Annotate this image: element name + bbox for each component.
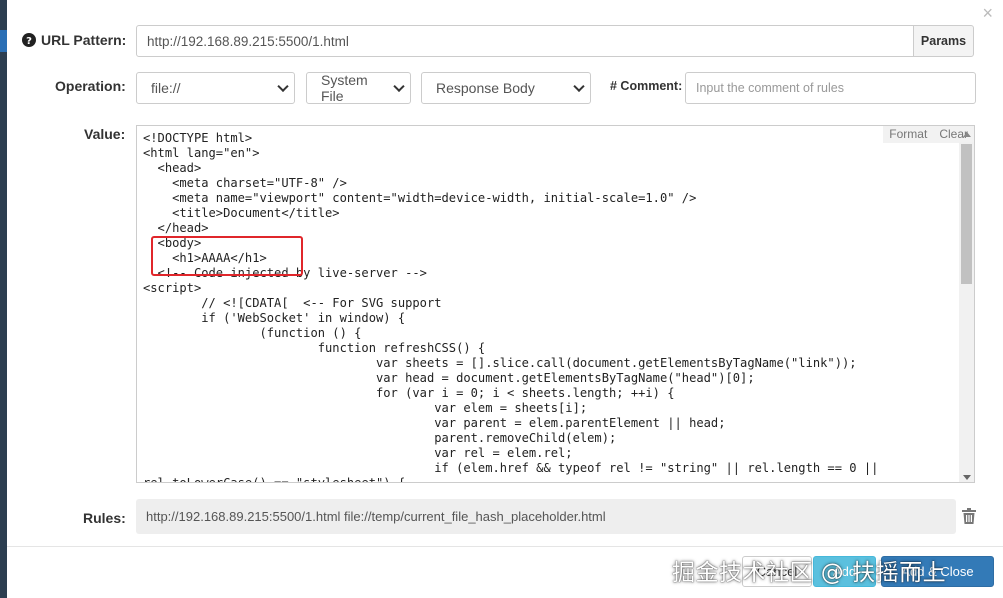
rules-value: http://192.168.89.215:5500/1.html file:/… (146, 509, 606, 524)
code-line: <head> (143, 161, 202, 175)
code-line: var elem = sheets[i]; (143, 401, 588, 415)
operation-label: Operation: (55, 78, 126, 94)
protocol-select[interactable]: file:// (136, 72, 295, 104)
code-line: </head> (143, 221, 209, 235)
editor-toolbar: Format Clear (883, 126, 974, 143)
code-line: (function () { (143, 326, 362, 340)
code-line: var sheets = [].slice.call(document.getE… (143, 356, 857, 370)
value-label: Value: (84, 126, 126, 142)
chevron-down-icon (393, 80, 405, 93)
scroll-down-icon[interactable] (963, 475, 971, 480)
rules-label: Rules: (83, 510, 126, 526)
comment-placeholder: Input the comment of rules (696, 81, 844, 95)
code-line: <html lang="en"> (143, 146, 260, 160)
url-pattern-input[interactable]: http://192.168.89.215:5500/1.html (136, 25, 914, 57)
question-circle-icon[interactable]: ? (22, 33, 36, 47)
source-select-value: System File (321, 72, 368, 104)
code-line: <script> (143, 281, 202, 295)
code-line: <title>Document</title> (143, 206, 340, 220)
code-line: parent.removeChild(elem); (143, 431, 617, 445)
chevron-down-icon (573, 80, 585, 93)
source-select[interactable]: System File (306, 72, 411, 104)
target-select-value: Response Body (436, 80, 535, 96)
code-line: var parent = elem.parentElement || head; (143, 416, 726, 430)
code-line: // <![CDATA[ <-- For SVG support (143, 296, 442, 310)
params-button[interactable]: Params (913, 25, 974, 57)
code-line: if (elem.href && typeof rel != "string" … (143, 461, 879, 475)
target-select[interactable]: Response Body (421, 72, 591, 104)
comment-label: # Comment: (610, 79, 683, 93)
editor-scrollbar[interactable] (959, 132, 974, 482)
rules-field: http://192.168.89.215:5500/1.html file:/… (136, 499, 956, 534)
scroll-up-icon[interactable] (963, 132, 971, 137)
protocol-select-value: file:// (151, 80, 181, 96)
highlight-box (151, 236, 303, 276)
url-pattern-label-text: URL Pattern: (41, 32, 127, 48)
code-line: rel.toLowerCase() == "stylesheet") { (143, 476, 406, 483)
scrollbar-thumb[interactable] (961, 144, 972, 284)
code-line: for (var i = 0; i < sheets.length; ++i) … (143, 386, 675, 400)
svg-text:?: ? (26, 36, 32, 47)
chevron-down-icon (277, 80, 289, 93)
url-pattern-value: http://192.168.89.215:5500/1.html (147, 33, 349, 49)
code-line: function refreshCSS() { (143, 341, 486, 355)
footer-divider (7, 546, 1003, 547)
close-icon[interactable]: × (982, 4, 993, 22)
code-content: <!DOCTYPE html> <html lang="en"> <head> <… (143, 131, 879, 483)
code-line: <meta name="viewport" content="width=dev… (143, 191, 697, 205)
trash-icon[interactable] (962, 508, 976, 524)
format-button[interactable]: Format (883, 127, 933, 141)
comment-input[interactable]: Input the comment of rules (685, 72, 976, 104)
url-pattern-label: ? URL Pattern: (22, 32, 126, 48)
code-line: <!DOCTYPE html> (143, 131, 253, 145)
code-line: <meta charset="UTF-8" /> (143, 176, 347, 190)
value-code-editor[interactable]: <!DOCTYPE html> <html lang="en"> <head> <… (136, 125, 975, 483)
code-line: var rel = elem.rel; (143, 446, 573, 460)
rule-dialog: × ? URL Pattern: http://192.168.89.215:5… (7, 0, 1003, 598)
watermark: 掘金技术社区 @ 扶摇而上 (672, 560, 947, 586)
code-line: if ('WebSocket' in window) { (143, 311, 406, 325)
code-line: var head = document.getElementsByTagName… (143, 371, 755, 385)
